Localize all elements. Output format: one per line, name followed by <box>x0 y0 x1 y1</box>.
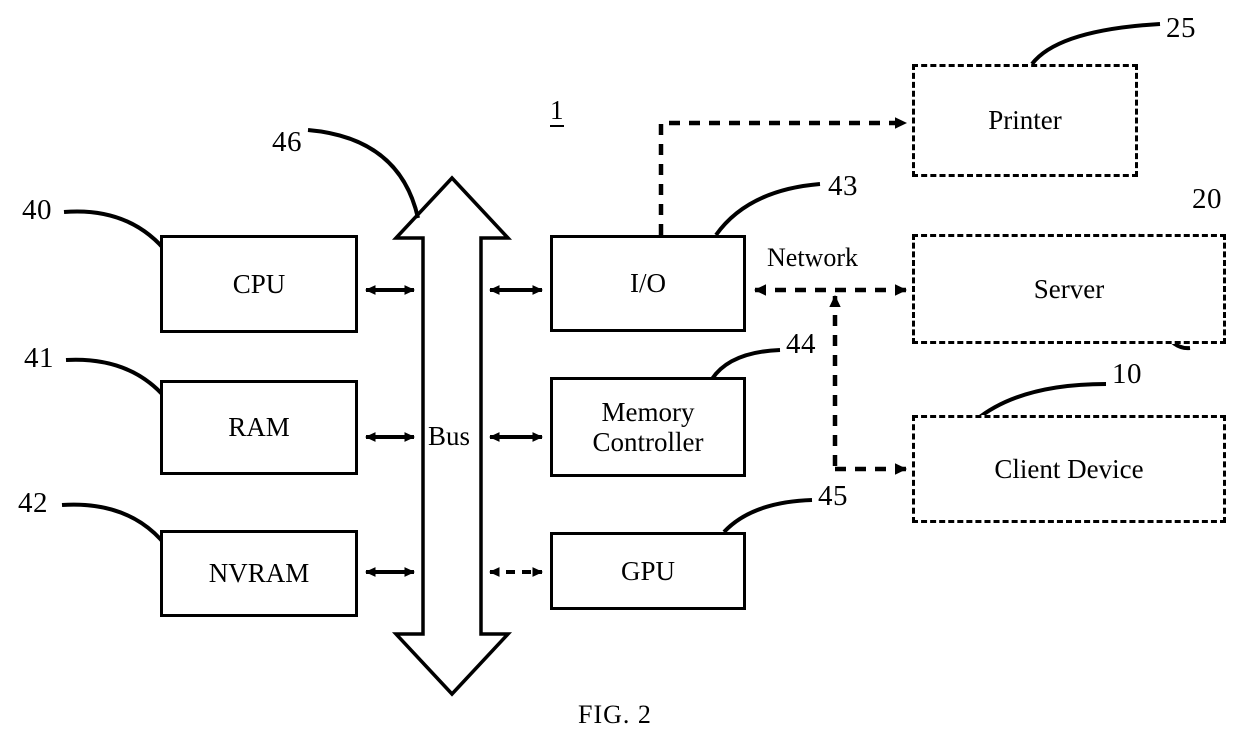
node-ram-label: RAM <box>228 412 290 443</box>
ref-numeral-25: 25 <box>1166 12 1196 44</box>
node-server[interactable]: Server <box>912 234 1226 344</box>
leader-25 <box>1030 22 1161 66</box>
bus-right-connectors <box>489 285 543 577</box>
figure-canvas: CPU RAM NVRAM I/O Memory Controller GPU … <box>0 0 1240 748</box>
node-gpu-label: GPU <box>620 555 675 586</box>
leader-44 <box>710 348 781 381</box>
node-client-device-label: Client Device <box>994 453 1144 484</box>
node-server-label: Server <box>1033 273 1105 304</box>
figure-caption: FIG. 2 <box>578 700 652 729</box>
network-label: Network <box>764 243 861 273</box>
system-reference-numeral: 1 <box>550 95 564 127</box>
node-nvram-label: NVRAM <box>208 558 310 589</box>
node-printer-label: Printer <box>988 105 1062 136</box>
ref-numeral-41: 41 <box>24 342 54 374</box>
node-memory-controller-label: Memory Controller <box>592 396 704 457</box>
node-memory-controller[interactable]: Memory Controller <box>550 377 746 477</box>
leader-46 <box>307 128 420 219</box>
bus-label: Bus <box>427 421 472 452</box>
ref-numeral-42: 42 <box>18 487 48 519</box>
node-gpu[interactable]: GPU <box>550 532 746 610</box>
ref-numeral-10: 10 <box>1112 358 1142 390</box>
node-nvram[interactable]: NVRAM <box>160 530 358 617</box>
node-printer[interactable]: Printer <box>912 64 1138 177</box>
node-io[interactable]: I/O <box>550 235 746 332</box>
ref-numeral-46: 46 <box>272 126 302 158</box>
node-ram[interactable]: RAM <box>160 380 358 475</box>
node-cpu[interactable]: CPU <box>160 235 358 333</box>
ref-numeral-40: 40 <box>22 194 52 226</box>
edge-io-printer <box>658 117 907 235</box>
node-client-device[interactable]: Client Device <box>912 415 1226 523</box>
ref-numeral-44: 44 <box>786 328 816 360</box>
ref-numeral-45: 45 <box>818 480 848 512</box>
leader-42 <box>61 502 178 562</box>
ref-numeral-20: 20 <box>1192 183 1222 215</box>
node-io-label: I/O <box>630 268 666 299</box>
node-cpu-label: CPU <box>232 268 286 299</box>
ref-numeral-43: 43 <box>828 170 858 202</box>
leader-43 <box>714 182 821 237</box>
bus-left-connectors <box>365 285 415 577</box>
leader-45 <box>722 498 813 534</box>
